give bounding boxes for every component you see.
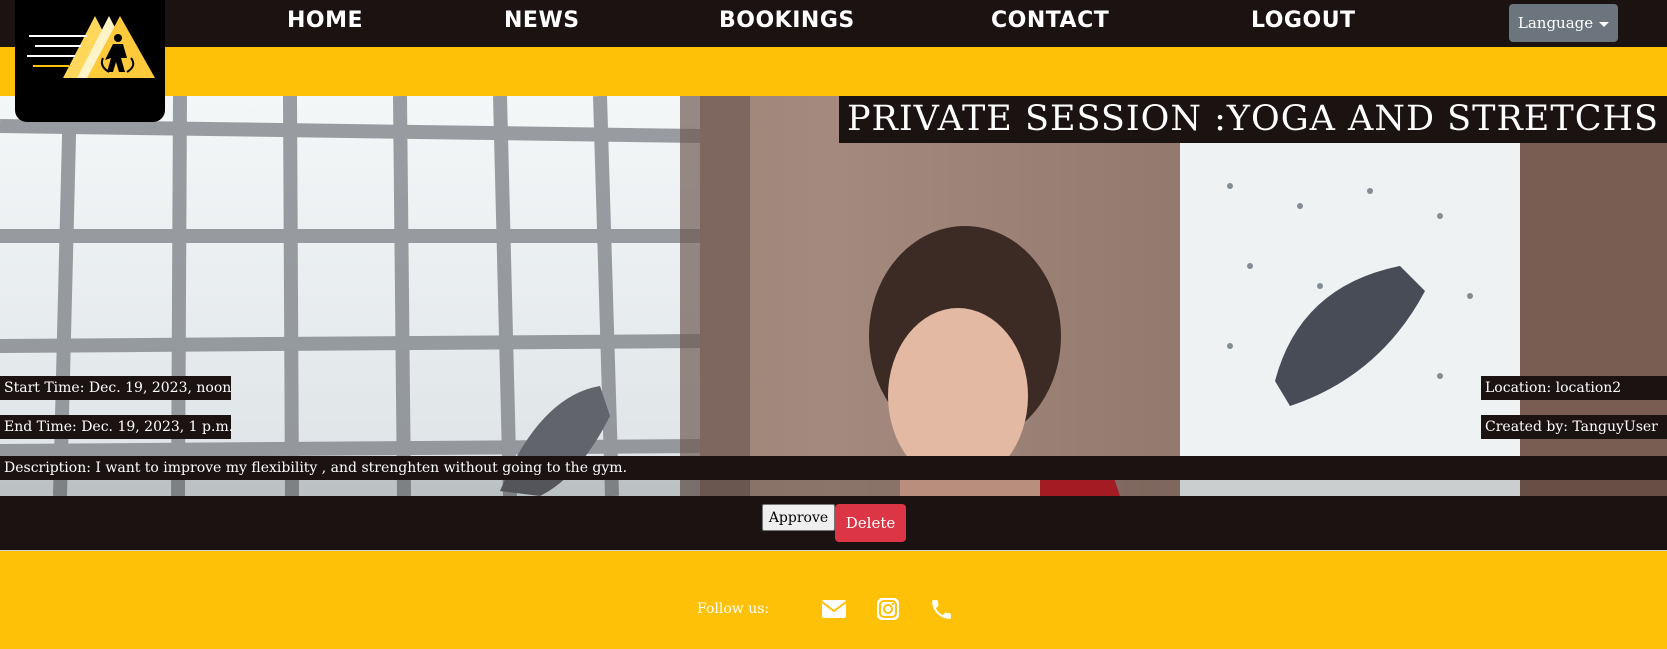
site-logo[interactable]	[15, 0, 165, 122]
logo-icon	[27, 16, 155, 78]
session-title: PRIVATE SESSION :YOGA AND STRETCHS	[838, 96, 1667, 143]
location-label: Location: location2	[1481, 376, 1667, 400]
nav-logout-link[interactable]: LOGOUT	[1251, 8, 1356, 33]
start-time-label: Start Time: Dec. 19, 2023, noon	[0, 376, 231, 400]
description-label: Description: I want to improve my flexib…	[0, 456, 1667, 480]
session-hero: PRIVATE SESSION :YOGA AND STRETCHS Start…	[0, 96, 1667, 496]
language-label: Language	[1517, 14, 1594, 32]
nav-contact-link[interactable]: CONTACT	[991, 8, 1109, 33]
nav-bookings-link[interactable]: BOOKINGS	[719, 8, 855, 33]
created-by-label: Created by: TanguyUser	[1481, 415, 1667, 439]
envelope-icon[interactable]	[821, 597, 847, 621]
language-dropdown-button[interactable]: Language	[1509, 4, 1618, 42]
header-yellow-band	[0, 47, 1667, 96]
delete-button[interactable]: Delete	[835, 504, 906, 542]
nav-home-link[interactable]: HOME	[287, 8, 363, 33]
session-action-bar: Approve Delete	[0, 496, 1667, 550]
approve-button[interactable]: Approve	[762, 504, 835, 531]
top-navbar: HOME NEWS BOOKINGS CONTACT LOGOUT Langua…	[0, 0, 1667, 47]
caret-down-icon	[1599, 21, 1610, 27]
phone-icon[interactable]	[929, 597, 954, 622]
nav-news-link[interactable]: NEWS	[504, 8, 580, 33]
follow-us-label: Follow us:	[697, 601, 770, 617]
end-time-label: End Time: Dec. 19, 2023, 1 p.m.	[0, 415, 233, 439]
instagram-icon[interactable]	[876, 597, 900, 621]
session-background-image	[0, 96, 1667, 496]
site-footer: Follow us:	[0, 551, 1667, 649]
